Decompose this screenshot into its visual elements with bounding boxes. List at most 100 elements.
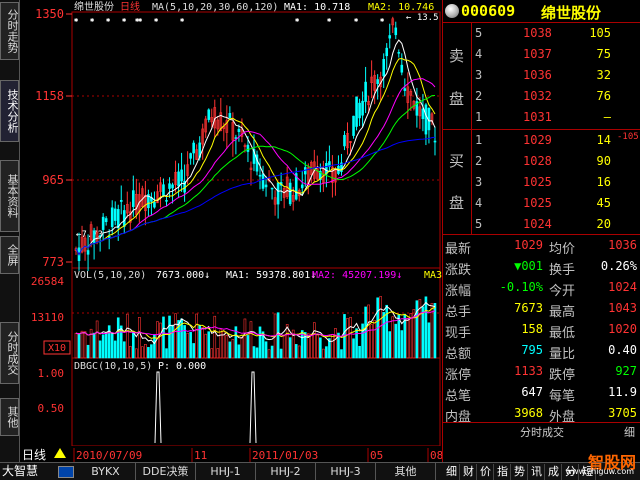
volume-bar <box>358 345 361 359</box>
stat-value: 795 <box>521 343 543 357</box>
volume-label: VOL(5,10,20) <box>74 270 146 281</box>
volume-bar <box>322 348 325 359</box>
candle-body <box>180 169 183 182</box>
panel-tab-3[interactable]: 指 <box>495 464 511 480</box>
panel-tab-4[interactable]: 势 <box>512 464 528 480</box>
volume-bar <box>276 312 280 359</box>
bottom-tab-4[interactable]: HHJ-3 <box>316 463 376 480</box>
volume-bar <box>192 343 195 359</box>
volume-bar <box>309 333 313 359</box>
volume-ma3: MA3 <box>424 270 442 281</box>
candle-body <box>113 208 117 221</box>
volume-bar <box>246 335 250 359</box>
panel-tab-0[interactable]: 细 <box>444 464 460 480</box>
stock-ball-icon <box>445 4 459 18</box>
indicator-label: DBGC(10,10,5) <box>74 361 152 372</box>
bottom-tab-2[interactable]: HHJ-1 <box>196 463 256 480</box>
time-sales-text: 分时成交 <box>520 426 564 439</box>
bottom-tab-3[interactable]: HHJ-2 <box>256 463 316 480</box>
bottom-toolbar: 大智慧 BYKX DDE决策 HHJ-1 HHJ-2 HHJ-3 其他 <box>0 462 442 480</box>
volume-bar <box>406 317 410 359</box>
candle-body <box>261 173 265 189</box>
candle-body <box>388 35 392 39</box>
ask-price: 1037 <box>523 47 552 61</box>
side-tab-4[interactable]: 分时成交 <box>0 322 19 384</box>
volume-bar <box>110 333 114 359</box>
time-sales-label[interactable]: 分时成交 细 <box>443 424 640 440</box>
bottom-tab-1[interactable]: DDE决策 <box>136 463 196 480</box>
stat-label: 涨停 <box>445 368 472 383</box>
volume-bar <box>141 346 144 359</box>
panel-tab-1[interactable]: 财 <box>461 464 477 480</box>
kline-chart-svg[interactable]: 1350 1158 965 773 26584 13110 X10 1.00 0.50 绵世股份日… <box>20 0 442 462</box>
candle-body <box>122 210 126 227</box>
candle-body <box>192 142 195 154</box>
candle-body <box>162 184 165 197</box>
bid-row: 2 1028 90 <box>473 151 640 172</box>
candle-body <box>110 207 114 228</box>
stat-value: 1043 <box>608 301 637 315</box>
candle-body <box>86 250 90 255</box>
volume-bar <box>216 348 220 359</box>
side-tab-0[interactable]: 分时走势 <box>0 2 19 60</box>
price-axis-label: 1158 <box>35 89 64 103</box>
stat-label: 最新 <box>445 242 472 257</box>
stat-label: 现手 <box>445 326 472 341</box>
ask-level: 1 <box>475 110 483 124</box>
stat-label: 总额 <box>445 347 472 362</box>
event-marker-icon: ✱ <box>106 16 111 24</box>
volume-bar <box>210 348 214 359</box>
volume-unit-label: X10 <box>48 343 66 354</box>
quote-header: 000609 绵世股份 <box>443 0 640 22</box>
candle-body <box>177 171 180 187</box>
volume-bar <box>132 331 135 359</box>
panel-tab-6[interactable]: 成 <box>546 464 562 480</box>
volume-axis-label: 26584 <box>31 275 64 288</box>
candle-body <box>421 108 425 120</box>
ask-price: 1032 <box>523 89 552 103</box>
candle-body <box>270 187 274 190</box>
ma2-label: MA2: 10.746 <box>368 2 434 13</box>
volume-bar <box>267 349 271 359</box>
candle-body <box>165 200 168 202</box>
volume-bar <box>282 335 286 359</box>
volume-bar <box>352 338 355 359</box>
side-tab-5[interactable]: 其他 <box>0 398 19 436</box>
volume-bar <box>331 334 334 359</box>
ma-label: MA(5,10,20,30,60,120) <box>152 2 278 13</box>
detail-text: 细 <box>624 426 635 439</box>
candle-body <box>288 182 292 205</box>
side-tab-1[interactable]: 技术分析 <box>0 80 19 142</box>
stat-value: 0.26% <box>600 259 637 273</box>
date-axis-label: 05 <box>370 449 383 462</box>
candle-body <box>364 81 367 102</box>
side-tab-2[interactable]: 基本资料 <box>0 160 19 232</box>
candle-body <box>171 184 174 189</box>
bottom-tab-0[interactable]: BYKX <box>76 463 136 480</box>
candle-body <box>228 113 232 118</box>
volume-bar <box>174 313 177 359</box>
candle-body <box>433 140 437 143</box>
panel-tab-2[interactable]: 价 <box>478 464 494 480</box>
volume-bar <box>159 322 162 359</box>
chart-period-title: 日线 <box>120 0 140 13</box>
volume-bar <box>270 345 274 359</box>
active-tab-marker[interactable] <box>58 466 74 478</box>
volume-bar <box>255 347 259 359</box>
candle-body <box>400 64 404 73</box>
stat-value: 1024 <box>608 280 637 294</box>
stat-left: 总笔 647 <box>443 382 547 404</box>
volume-bar <box>237 344 241 359</box>
side-tab-3[interactable]: 全屏 <box>0 236 19 274</box>
stat-label: 今开 <box>549 284 576 299</box>
bid-row: 4 1025 45 <box>473 193 640 214</box>
kline-chart[interactable]: 1350 1158 965 773 26584 13110 X10 1.00 0.50 绵世股份日… <box>20 0 442 462</box>
ask-price: 1036 <box>523 68 552 82</box>
buy-label-1: 买 <box>449 152 465 170</box>
event-marker-icon: ✱ <box>90 16 95 24</box>
volume-bar <box>379 296 382 359</box>
bid-volume: 14 <box>596 133 611 147</box>
stat-value: 3968 <box>514 406 543 420</box>
bottom-tab-5[interactable]: 其他 <box>376 463 436 480</box>
panel-tab-5[interactable]: 讯 <box>529 464 545 480</box>
